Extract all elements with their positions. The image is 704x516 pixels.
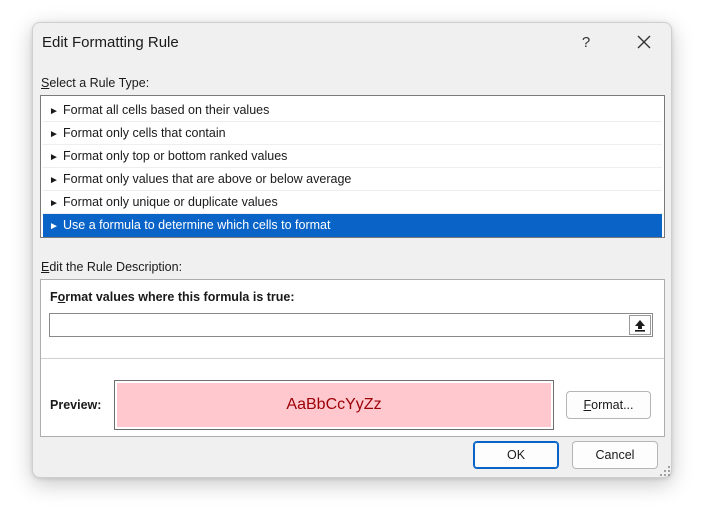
formula-input[interactable] [49,313,653,337]
upload-arrow-icon [635,319,645,332]
preview-label: Preview: [50,398,102,412]
rule-type-item-cells-that-contain[interactable]: ► Format only cells that contain [43,122,662,145]
rule-type-item-top-bottom[interactable]: ► Format only top or bottom ranked values [43,145,662,168]
help-button[interactable]: ? [573,27,599,57]
rule-description-label: Edit the Rule Description: [41,260,183,274]
rule-type-label: Select a Rule Type: [41,76,150,90]
triangle-right-icon: ► [49,198,59,209]
resize-grip-icon[interactable] [659,465,671,477]
close-button[interactable] [629,27,659,57]
cancel-button[interactable]: Cancel [572,441,658,469]
format-button[interactable]: Format... [566,391,651,419]
triangle-right-icon: ► [49,129,59,140]
rule-type-item-use-formula[interactable]: ► Use a formula to determine which cells … [43,214,662,237]
close-icon [637,35,651,49]
rule-type-item-above-below-average[interactable]: ► Format only values that are above or be… [43,168,662,191]
edit-formatting-rule-dialog: Edit Formatting Rule ? Select a Rule Typ… [32,22,672,478]
formula-label: Format values where this formula is true… [50,290,295,304]
rule-description-panel: Format values where this formula is true… [40,279,665,437]
triangle-right-icon: ► [49,152,59,163]
preview-sample-text: AaBbCcYyZz [117,383,551,427]
triangle-right-icon: ► [49,175,59,186]
help-icon: ? [581,33,591,51]
dialog-title: Edit Formatting Rule [42,34,179,51]
rule-type-list[interactable]: ► Format all cells based on their values … [40,95,665,238]
rule-type-item-unique-duplicate[interactable]: ► Format only unique or duplicate values [43,191,662,214]
triangle-right-icon: ► [49,221,59,232]
triangle-right-icon: ► [49,106,59,117]
preview-box: AaBbCcYyZz [114,380,554,430]
rule-type-item-all-cells[interactable]: ► Format all cells based on their values [43,99,662,122]
section-divider [41,358,664,359]
ok-button[interactable]: OK [473,441,559,469]
collapse-dialog-button[interactable] [629,315,651,335]
